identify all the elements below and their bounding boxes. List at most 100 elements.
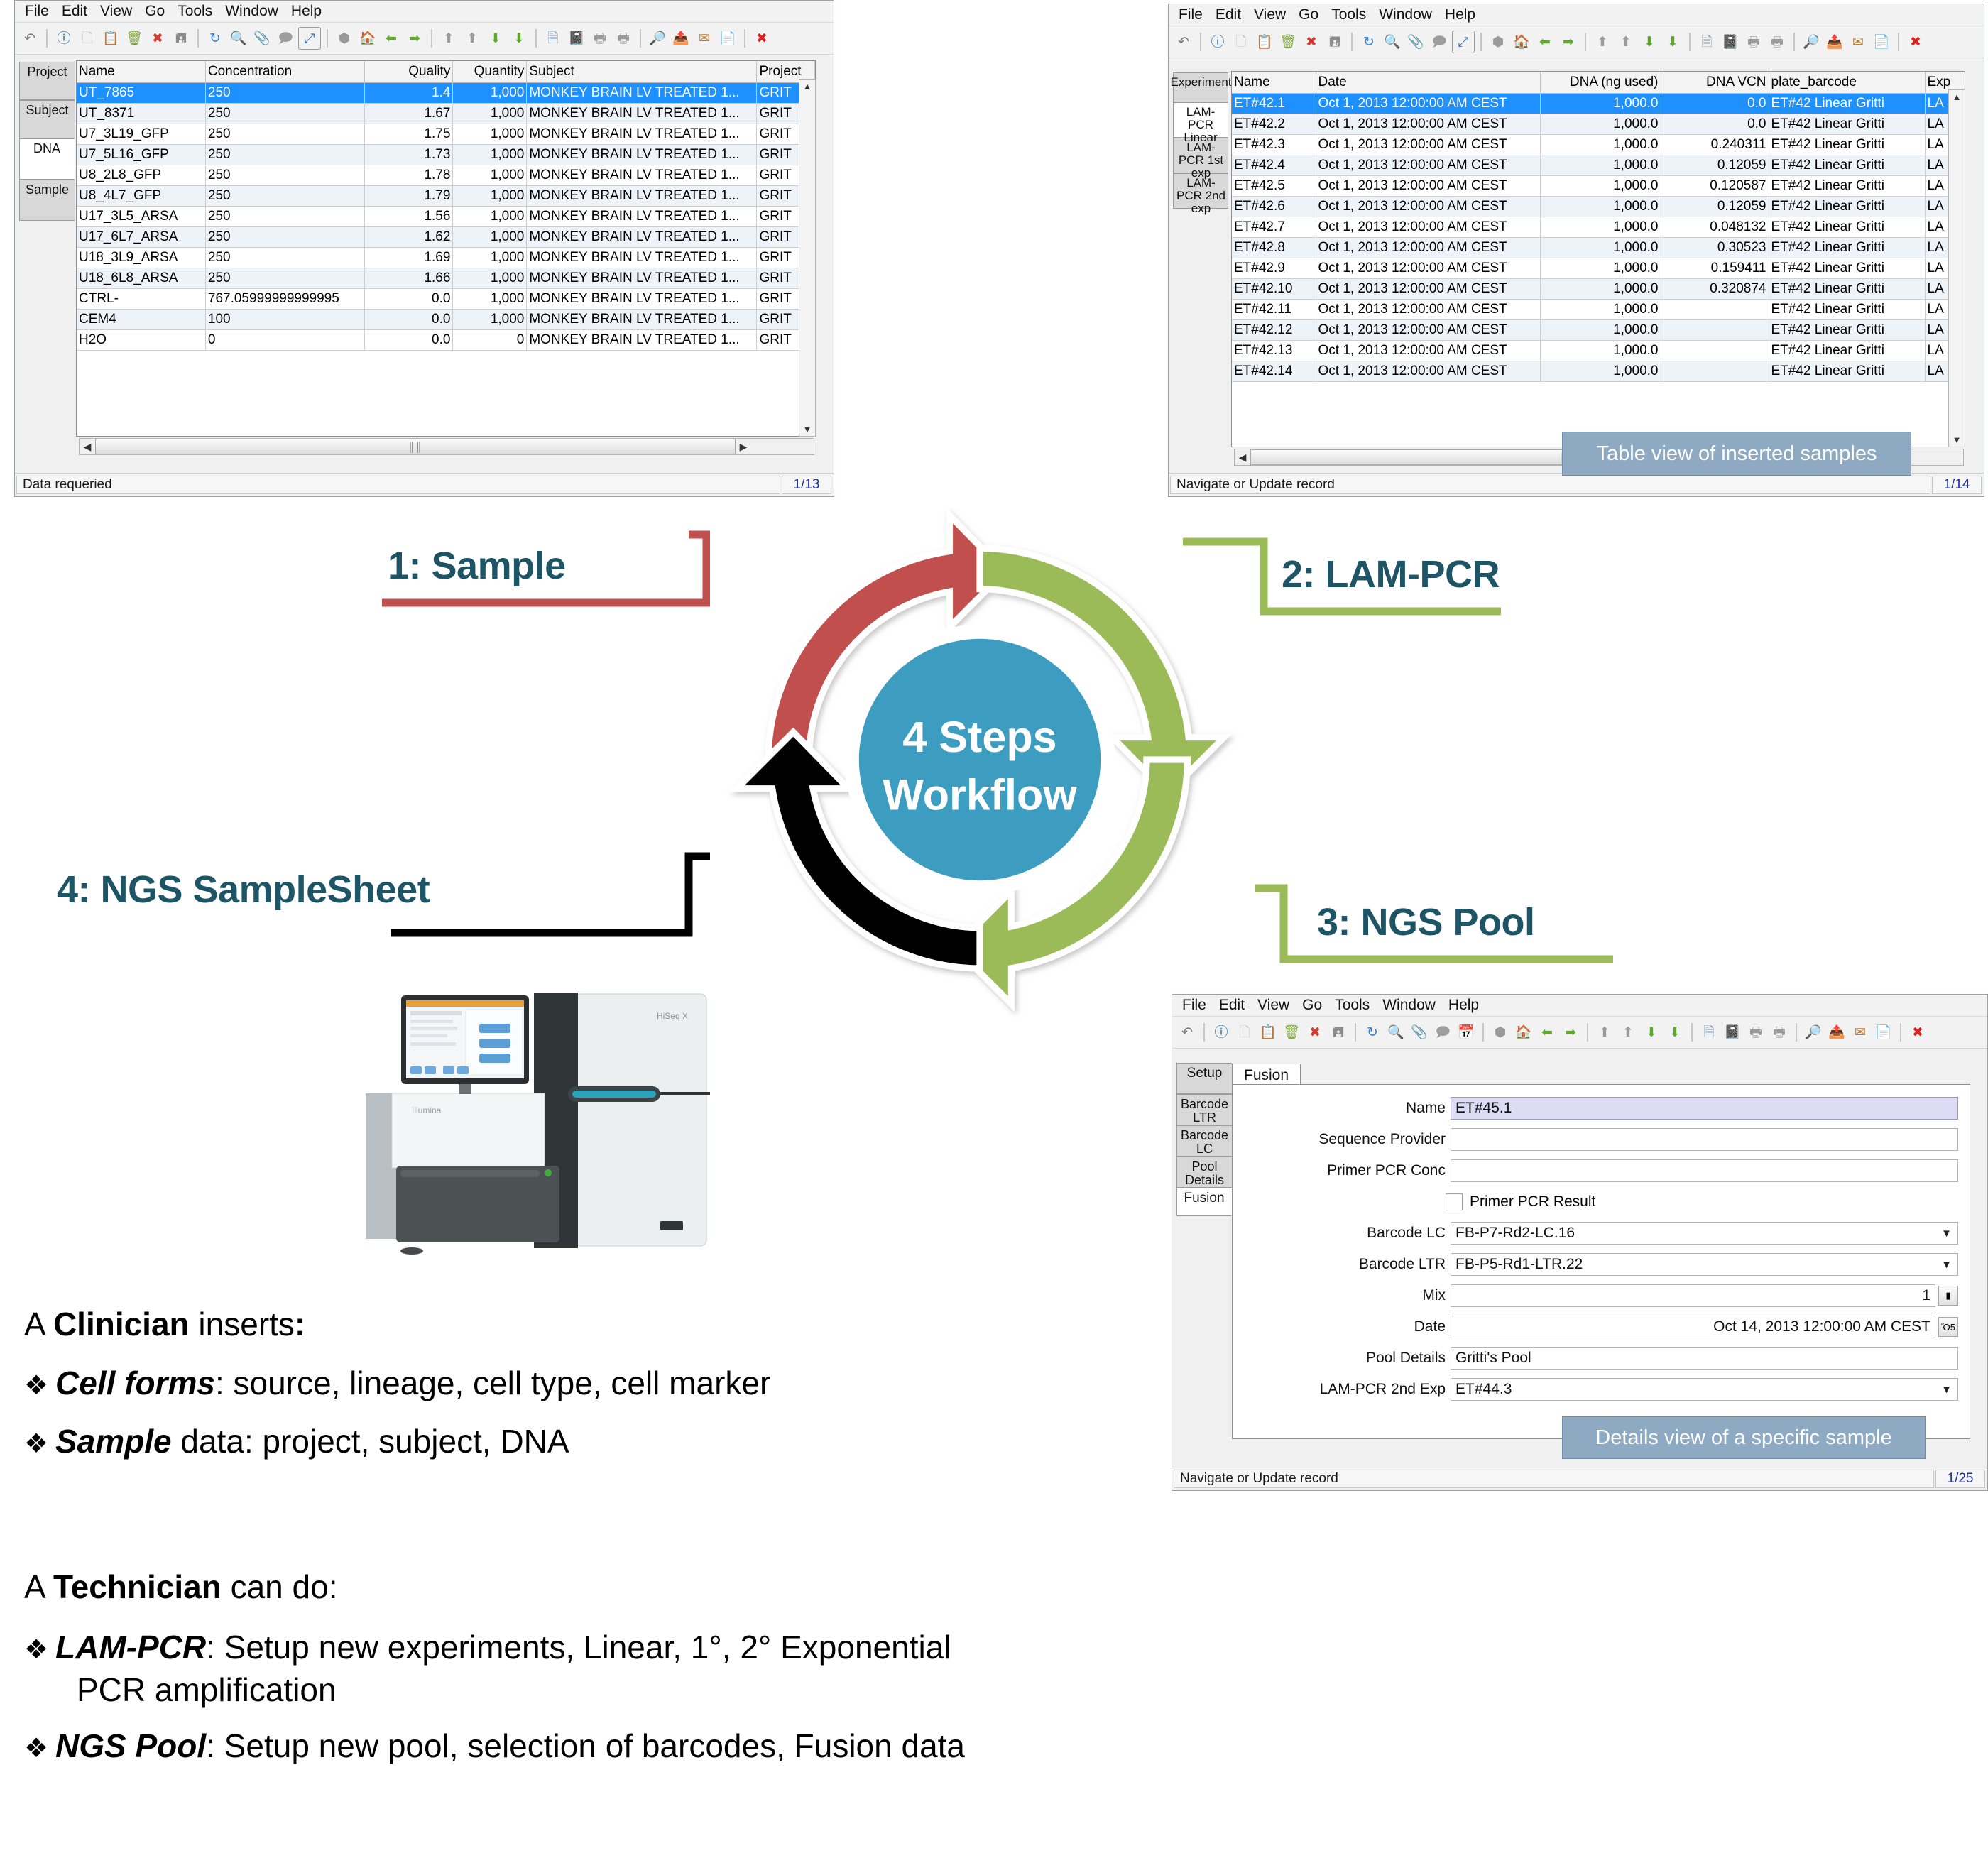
back-arrow-icon[interactable]: ⬅ bbox=[381, 28, 402, 49]
print-gray-icon[interactable]: 🖶 bbox=[589, 28, 611, 49]
table-row[interactable]: ET#42.1 Oct 1, 2013 12:00:00 AM CEST 1,000… bbox=[1232, 93, 1965, 114]
lampcr-table[interactable]: Name Date DNA (ng used) DNA VCN plate_ba… bbox=[1231, 71, 1965, 447]
col-dna-vcn[interactable]: DNA VCN bbox=[1661, 72, 1769, 94]
forward-arrow-icon[interactable]: ➡ bbox=[404, 28, 425, 49]
chevron-down-icon[interactable]: ▼ bbox=[1941, 1228, 1952, 1240]
report-icon[interactable]: 🗎 bbox=[1698, 1022, 1720, 1043]
sidebar-item-lampcr-1st-exp[interactable]: LAM-PCR 1st exp bbox=[1173, 138, 1228, 179]
menu-tools[interactable]: Tools bbox=[178, 3, 212, 20]
table-row[interactable]: ET#42.7 Oct 1, 2013 12:00:00 AM CEST 1,000… bbox=[1232, 217, 1965, 238]
previous-record-icon[interactable]: ⬆ bbox=[1615, 31, 1637, 53]
help-icon[interactable]: ⓘ bbox=[53, 28, 75, 49]
first-record-icon[interactable]: ⬆ bbox=[1594, 1022, 1615, 1043]
col-name[interactable]: Name bbox=[1232, 72, 1316, 94]
back-arrow-icon[interactable]: ⬅ bbox=[1534, 31, 1556, 53]
sidebar-item-project[interactable]: Project bbox=[19, 62, 75, 100]
book-icon[interactable]: 📓 bbox=[566, 28, 587, 49]
forward-arrow-icon[interactable]: ➡ bbox=[1558, 31, 1579, 53]
menu-view[interactable]: View bbox=[100, 3, 132, 20]
table-row[interactable]: ET#42.10 Oct 1, 2013 12:00:00 AM CEST 1,00… bbox=[1232, 278, 1965, 300]
last-record-icon[interactable]: ⬇ bbox=[1662, 31, 1683, 53]
table-row[interactable]: CEM4 100 0.0 1,000 MONKEY BRAIN LV TREATED 1… bbox=[77, 309, 815, 330]
undo-icon[interactable]: ↶ bbox=[19, 28, 40, 49]
stop-icon[interactable]: ⬢ bbox=[1487, 31, 1509, 53]
field-pool-details[interactable]: Gritti's Pool bbox=[1451, 1347, 1958, 1370]
scroll-up-icon[interactable]: ▲ bbox=[1952, 92, 1962, 102]
table-row[interactable]: ET#42.6 Oct 1, 2013 12:00:00 AM CEST 1,000… bbox=[1232, 196, 1965, 217]
help-icon[interactable]: ⓘ bbox=[1211, 1022, 1232, 1043]
table-row[interactable]: ET#42.11 Oct 1, 2013 12:00:00 AM CEST 1,00… bbox=[1232, 299, 1965, 320]
menu-tools[interactable]: Tools bbox=[1331, 6, 1366, 23]
print-gray-icon[interactable]: 🖶 bbox=[1743, 31, 1764, 53]
table-row[interactable]: ET#42.5 Oct 1, 2013 12:00:00 AM CEST 1,000… bbox=[1232, 175, 1965, 197]
attachment-icon[interactable]: 📎 bbox=[1409, 1022, 1430, 1043]
sidebar-item-sample[interactable]: Sample bbox=[19, 180, 75, 221]
fullscreen-icon[interactable]: ⤢ bbox=[298, 27, 321, 50]
table-row[interactable]: U7_3L19_GFP 250 1.75 1,000 MONKEY BRAIN LV T… bbox=[77, 124, 815, 145]
spinner-button[interactable]: ▮ bbox=[1938, 1286, 1958, 1306]
chevron-down-icon[interactable]: ▼ bbox=[1941, 1259, 1952, 1271]
comment-icon[interactable]: 🗩 bbox=[275, 28, 296, 49]
sidebar-item-dna[interactable]: DNA bbox=[19, 138, 75, 180]
primer-pcr-result-checkbox[interactable] bbox=[1446, 1193, 1463, 1210]
book-icon[interactable]: 📓 bbox=[1720, 31, 1741, 53]
first-record-icon[interactable]: ⬆ bbox=[438, 28, 459, 49]
sidebar-item-pool-details[interactable]: Pool Details bbox=[1176, 1157, 1232, 1188]
col-plate-barcode[interactable]: plate_barcode bbox=[1769, 72, 1926, 94]
scroll-down-icon[interactable]: ▼ bbox=[803, 424, 812, 434]
menu-window[interactable]: Window bbox=[225, 3, 278, 20]
menu-edit[interactable]: Edit bbox=[62, 3, 87, 20]
table-row[interactable]: ET#42.4 Oct 1, 2013 12:00:00 AM CEST 1,000… bbox=[1232, 155, 1965, 176]
report-icon[interactable]: 🗎 bbox=[542, 28, 564, 49]
menu-view[interactable]: View bbox=[1257, 997, 1289, 1014]
chevron-down-icon[interactable]: ▼ bbox=[1941, 1384, 1952, 1396]
table-row[interactable]: ET#42.14 Oct 1, 2013 12:00:00 AM CEST 1,00… bbox=[1232, 361, 1965, 382]
close-red-icon[interactable]: ✖ bbox=[1907, 1022, 1928, 1043]
mail-attach-icon[interactable]: ✉ bbox=[1847, 31, 1869, 53]
clipboard-icon[interactable]: 📄 bbox=[717, 28, 738, 49]
print-gray2-icon[interactable]: 🖶 bbox=[613, 28, 634, 49]
menu-window[interactable]: Window bbox=[1382, 997, 1436, 1014]
scroll-down-icon[interactable]: ▼ bbox=[1952, 434, 1962, 445]
print-gray2-icon[interactable]: 🖶 bbox=[1766, 31, 1788, 53]
table-row[interactable]: U8_2L8_GFP 250 1.78 1,000 MONKEY BRAIN LV TR… bbox=[77, 165, 815, 186]
attachment-icon[interactable]: 📎 bbox=[251, 28, 273, 49]
copy-document-icon[interactable]: 📋 bbox=[100, 28, 121, 49]
search-icon[interactable]: 🔍 bbox=[1385, 1022, 1407, 1043]
last-record-icon[interactable]: ⬇ bbox=[1664, 1022, 1686, 1043]
refresh-icon[interactable]: ↻ bbox=[204, 28, 226, 49]
menu-file[interactable]: File bbox=[1179, 6, 1203, 23]
table-row[interactable]: ET#42.3 Oct 1, 2013 12:00:00 AM CEST 1,000… bbox=[1232, 134, 1965, 155]
export-icon[interactable]: 📤 bbox=[1826, 1022, 1847, 1043]
export-icon[interactable]: 📤 bbox=[1824, 31, 1845, 53]
col-name[interactable]: Name bbox=[77, 61, 206, 83]
next-record-icon[interactable]: ⬇ bbox=[485, 28, 506, 49]
sidebar-item-barcode-lc[interactable]: Barcode LC bbox=[1176, 1125, 1232, 1157]
scroll-up-icon[interactable]: ▲ bbox=[803, 81, 812, 92]
menu-tools[interactable]: Tools bbox=[1335, 997, 1370, 1014]
delete-x-icon[interactable]: ✖ bbox=[1304, 1022, 1326, 1043]
menu-window[interactable]: Window bbox=[1379, 6, 1432, 23]
field-lam-pcr-2nd-exp[interactable]: ET#44.3 ▼ bbox=[1451, 1378, 1958, 1401]
save-icon[interactable]: 🖪 bbox=[1324, 31, 1345, 53]
search-icon[interactable]: 🔍 bbox=[228, 28, 249, 49]
table-row[interactable]: UT_8371 250 1.67 1,000 MONKEY BRAIN LV TREAT… bbox=[77, 103, 815, 124]
home-icon[interactable]: 🏠 bbox=[357, 28, 378, 49]
save-icon[interactable]: 🖪 bbox=[170, 28, 192, 49]
scroll-left-icon[interactable]: ◀ bbox=[80, 439, 95, 454]
help-icon[interactable]: ⓘ bbox=[1207, 31, 1228, 53]
calendar-picker-button[interactable]: Ὄ5 bbox=[1938, 1317, 1958, 1337]
mail-attach-icon[interactable]: ✉ bbox=[694, 28, 715, 49]
delete-x-icon[interactable]: ✖ bbox=[147, 28, 168, 49]
sidebar-item-fusion[interactable]: Fusion bbox=[1176, 1188, 1232, 1216]
new-document-icon[interactable]: 🗋 bbox=[1230, 31, 1252, 53]
close-red-icon[interactable]: ✖ bbox=[751, 28, 772, 49]
new-document-icon[interactable]: 🗋 bbox=[1234, 1022, 1255, 1043]
forward-arrow-icon[interactable]: ➡ bbox=[1560, 1022, 1581, 1043]
scroll-right-icon[interactable]: ▶ bbox=[736, 439, 751, 454]
print-gray2-icon[interactable]: 🖶 bbox=[1769, 1022, 1790, 1043]
recycle-bin-icon[interactable]: 🗑 bbox=[124, 28, 145, 49]
comment-icon[interactable]: 🗩 bbox=[1432, 1022, 1453, 1043]
home-icon[interactable]: 🏠 bbox=[1511, 31, 1532, 53]
field-name[interactable]: ET#45.1 bbox=[1451, 1097, 1958, 1120]
